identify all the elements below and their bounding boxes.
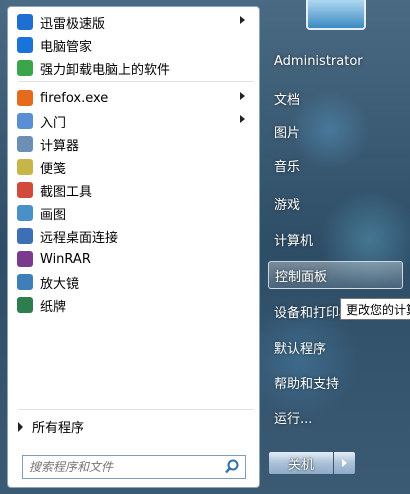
shutdown-options-button[interactable] [334, 451, 356, 475]
triangle-right-icon [18, 421, 23, 432]
uninstaller-icon [17, 60, 33, 76]
menu-item-label: 截图工具 [40, 184, 93, 200]
menu-item[interactable]: firefox.exe [12, 87, 255, 109]
right-menu-item[interactable]: 游戏 [268, 189, 403, 217]
menu-item-label: 画图 [40, 207, 67, 223]
menu-item-label: 远程桌面连接 [40, 230, 119, 246]
menu-item[interactable]: 截图工具 [12, 179, 255, 201]
solitaire-icon [17, 297, 33, 313]
right-menu-item[interactable]: 默认程序 [268, 333, 403, 361]
menu-item-label: 放大镜 [40, 276, 80, 292]
separator [18, 81, 254, 82]
paint-icon [17, 205, 33, 221]
magnifier-icon [17, 274, 33, 290]
search-input[interactable] [23, 459, 223, 475]
menu-item-label: 电脑管家 [40, 39, 93, 55]
menu-item[interactable]: 强力卸载电脑上的软件 [12, 57, 255, 79]
menu-item-label: firefox.exe [40, 90, 109, 106]
start-menu-programs-pane: 迅雷极速版电脑管家强力卸载电脑上的软件 firefox.exe 入门计算器便笺截图… [7, 6, 260, 488]
menu-item[interactable]: 计算器 [12, 133, 255, 155]
search-box[interactable] [22, 455, 246, 479]
right-menu-item[interactable]: Administrator [268, 47, 403, 75]
menu-item[interactable]: 入门 [12, 110, 255, 132]
menu-item-label: 迅雷极速版 [40, 16, 106, 32]
right-menu-item[interactable]: 图片 [268, 117, 403, 145]
menu-item[interactable]: 纸牌 [12, 294, 255, 316]
submenu-arrow-icon [240, 16, 245, 24]
sticky-notes-icon [17, 159, 33, 175]
menu-item[interactable]: 迅雷极速版 [12, 11, 255, 33]
snipping-tool-icon [17, 182, 33, 198]
shield-icon [17, 37, 33, 53]
menu-item-label: 强力卸载电脑上的软件 [40, 62, 171, 78]
xunlei-icon [17, 14, 33, 30]
all-programs-button[interactable]: 所有程序 [18, 417, 84, 436]
submenu-arrow-icon [240, 92, 245, 100]
shutdown-button[interactable]: 关机 [268, 451, 334, 475]
submenu-arrow-icon [240, 115, 245, 123]
right-menu-item[interactable]: 帮助和支持 [268, 368, 403, 396]
winrar-icon [17, 251, 33, 267]
chevron-right-icon [342, 459, 347, 467]
search-icon[interactable] [223, 458, 241, 476]
menu-item-label: 计算器 [40, 138, 80, 154]
calculator-icon [17, 136, 33, 152]
menu-item[interactable]: WinRAR [12, 248, 255, 270]
control-panel-tooltip: 更改您的计算机设置 [340, 298, 410, 320]
menu-item[interactable]: 电脑管家 [12, 34, 255, 56]
menu-item[interactable]: 放大镜 [12, 271, 255, 293]
all-programs-label: 所有程序 [32, 421, 85, 436]
right-menu-item[interactable]: 音乐 [268, 151, 403, 179]
right-menu-item[interactable]: 控制面板 [268, 261, 403, 289]
right-menu-item[interactable]: 文档 [268, 84, 403, 112]
separator [18, 409, 254, 410]
menu-item-label: 纸牌 [40, 299, 67, 315]
menu-item-label: WinRAR [40, 251, 91, 267]
remote-desktop-icon [17, 228, 33, 244]
menu-item-label: 入门 [40, 115, 67, 131]
menu-item-label: 便笺 [40, 161, 67, 177]
right-menu-item[interactable]: 运行... [268, 403, 403, 431]
right-menu-item[interactable]: 计算机 [268, 225, 403, 253]
user-picture[interactable] [306, 0, 366, 30]
menu-item[interactable]: 画图 [12, 202, 255, 224]
firefox-icon [17, 90, 33, 106]
menu-item[interactable]: 远程桌面连接 [12, 225, 255, 247]
getting-started-icon [17, 113, 33, 129]
menu-item[interactable]: 便笺 [12, 156, 255, 178]
